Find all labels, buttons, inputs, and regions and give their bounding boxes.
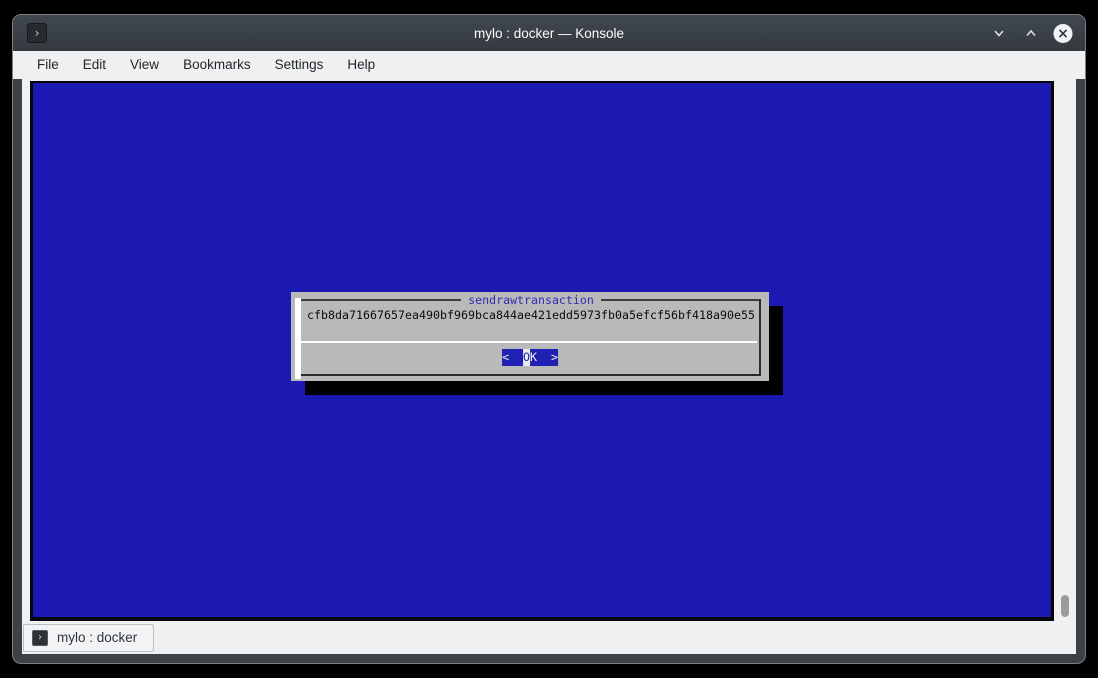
terminal-tab-icon-glyph: › (37, 632, 43, 643)
scrollbar-track[interactable] (1054, 81, 1076, 621)
dialog-border-right (759, 299, 761, 376)
menu-file[interactable]: File (25, 51, 71, 79)
konsole-app-icon: › (27, 23, 47, 43)
dialog-border-line (601, 299, 761, 301)
tab-mylo-docker[interactable]: › mylo : docker (23, 624, 154, 652)
close-icon (1053, 23, 1073, 44)
minimize-button[interactable] (989, 23, 1009, 43)
konsole-app-icon-glyph: › (33, 26, 40, 40)
chevron-down-icon (992, 26, 1006, 40)
konsole-window: › mylo : docker — Konsole F (12, 14, 1086, 664)
menu-edit[interactable]: Edit (71, 51, 118, 79)
chevron-up-icon (1024, 26, 1038, 40)
dialog-separator (301, 341, 757, 343)
dialog-border-bottom (301, 374, 761, 376)
tui-dialog-title: sendrawtransaction (461, 293, 601, 307)
titlebar[interactable]: › mylo : docker — Konsole (13, 15, 1085, 51)
close-button[interactable] (1053, 23, 1073, 43)
window-title: mylo : docker — Konsole (13, 26, 1085, 41)
menu-help[interactable]: Help (335, 51, 387, 79)
ok-button[interactable]: < OK > (502, 349, 558, 366)
tui-dialog: sendrawtransaction cfb8da71667657ea490bf… (291, 292, 769, 381)
maximize-button[interactable] (1021, 23, 1041, 43)
terminal-row: sendrawtransaction cfb8da71667657ea490bf… (22, 79, 1076, 621)
menubar: File Edit View Bookmarks Settings Help (13, 51, 1085, 79)
ok-button-cursor-char: O (523, 349, 530, 366)
window-controls (989, 15, 1073, 51)
menu-bookmarks[interactable]: Bookmarks (171, 51, 263, 79)
terminal-container: sendrawtransaction cfb8da71667657ea490bf… (22, 79, 1076, 654)
tui-dialog-titlebar: sendrawtransaction (301, 293, 761, 307)
ok-button-suffix: > (537, 349, 558, 366)
scrollbar-thumb[interactable] (1061, 595, 1069, 617)
dialog-separator-junction (759, 339, 761, 345)
transaction-hash-text: cfb8da71667657ea490bf969bca844ae421edd59… (307, 308, 755, 322)
terminal-screen[interactable]: sendrawtransaction cfb8da71667657ea490bf… (30, 81, 1054, 621)
ok-button-prefix: < (502, 349, 523, 366)
menu-view[interactable]: View (118, 51, 171, 79)
ok-button-label-rest: K (530, 349, 537, 366)
dialog-border-left (295, 298, 301, 379)
menu-settings[interactable]: Settings (263, 51, 336, 79)
tab-label: mylo : docker (57, 630, 137, 645)
tab-bar: › mylo : docker (22, 621, 1076, 654)
terminal-tab-icon: › (32, 630, 48, 646)
dialog-border-line (301, 299, 461, 301)
